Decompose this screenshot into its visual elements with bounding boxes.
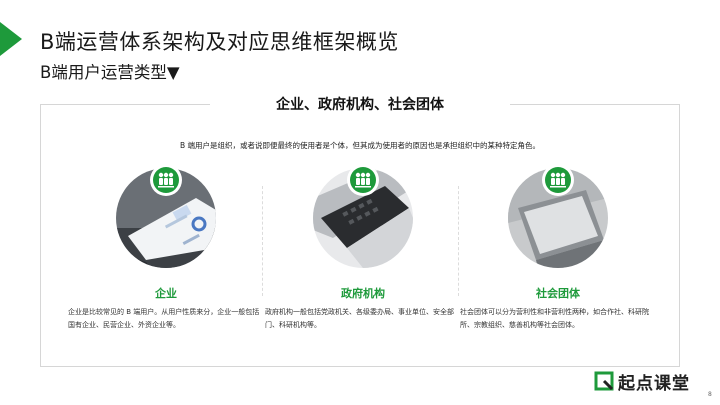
corner-accent-triangle xyxy=(0,22,22,56)
qidian-logo-icon xyxy=(594,371,614,391)
column-enterprise: 企业 企业是比较常见的 B 端用户。从用户性质来分，企业一般包括国有企业、民营企… xyxy=(68,164,259,343)
column-title: 企业 xyxy=(155,287,177,300)
column-social-organization: 社会团体 社会团体可以分为营利性和非营利性两种，如合作社、科研院所、宗教组织、慈… xyxy=(460,164,650,343)
people-group-icon xyxy=(347,164,379,196)
column-description: 社会团体可以分为营利性和非营利性两种，如合作社、科研院所、宗教组织、慈善机构等社… xyxy=(460,308,649,329)
people-group-icon xyxy=(150,164,182,196)
intro-text: B 端用户是组织，或者说即便最终的使用者是个体，但其成为使用者的原因也是承担组织… xyxy=(179,141,541,150)
column-description: 政府机构一般包括党政机关、各级委办局、事业单位、安全部门、科研机构等。 xyxy=(265,308,454,329)
frame-heading: 企业、政府机构、社会团体 xyxy=(210,94,510,116)
column-title: 社会团体 xyxy=(536,287,580,300)
column-divider xyxy=(458,186,459,296)
column-title: 政府机构 xyxy=(341,287,385,300)
column-divider xyxy=(262,186,263,296)
slide-title: B端运营体系架构及对应思维框架概览 xyxy=(40,30,399,54)
slide-subtitle: B端用户运营类型▼ xyxy=(40,63,180,82)
people-group-icon xyxy=(542,164,574,196)
logo-text: 起点课堂 xyxy=(618,373,690,394)
brand-logo: 起点课堂 xyxy=(594,370,690,394)
column-government: 政府机构 政府机构一般包括党政机关、各级委办局、事业单位、安全部门、科研机构等。 xyxy=(265,164,455,343)
column-description: 企业是比较常见的 B 端用户。从用户性质来分，企业一般包括国有企业、民营企业、外… xyxy=(68,308,260,329)
page-number: 8 xyxy=(708,391,712,398)
